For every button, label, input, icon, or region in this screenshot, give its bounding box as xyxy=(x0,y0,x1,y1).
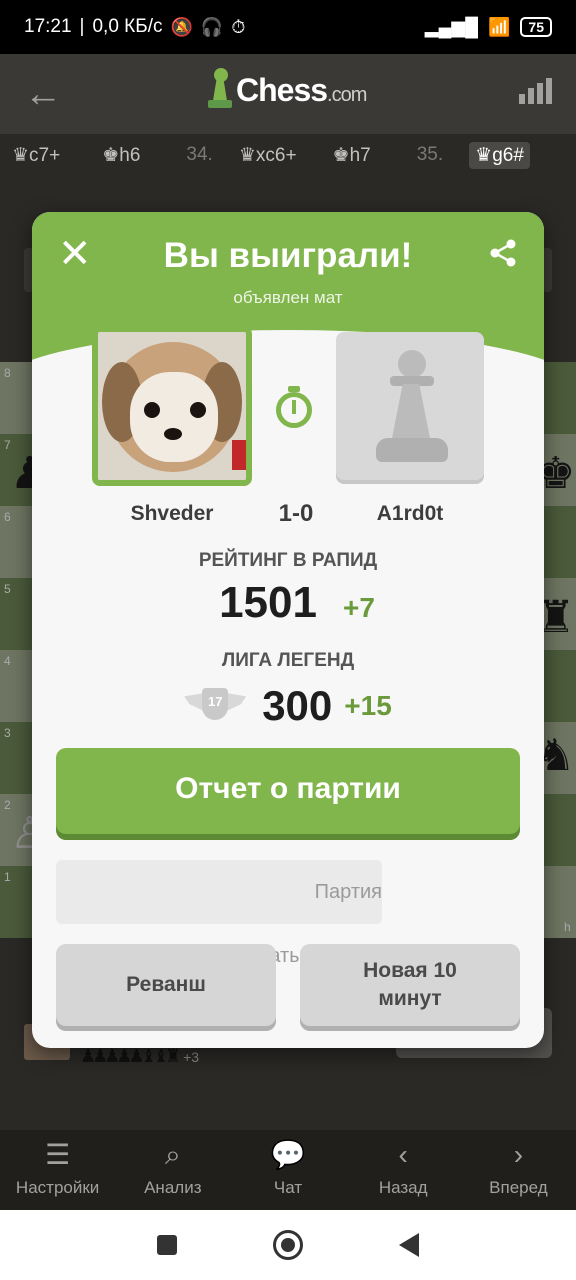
system-nav-bar xyxy=(0,1210,576,1280)
game-score: 1-0 xyxy=(278,500,314,527)
rank-label: 4 xyxy=(4,654,11,668)
toolbar-back[interactable]: ‹ Назад xyxy=(346,1130,461,1210)
move-number: 34. xyxy=(186,144,213,165)
rating-label: РЕЙТИНГ В РАПИД xyxy=(198,550,378,571)
captured-pieces: ♟♟♟♟♟♝♝♜ xyxy=(80,1046,181,1066)
game-over-modal: ✕ Вы выиграли! объявлен мат Shveder 1-0 … xyxy=(32,212,544,1048)
rematch-button[interactable]: Реванш xyxy=(56,944,276,1026)
chevron-right-icon: › xyxy=(513,1139,524,1170)
stats-icon[interactable] xyxy=(519,78,552,104)
alarm-icon: ⏱ xyxy=(231,16,246,37)
toolbar-analysis[interactable]: ⌕ Анализ xyxy=(115,1130,230,1210)
processing-status: Партия обрабатывается... xyxy=(56,860,382,967)
wifi-icon: 📶 xyxy=(488,16,511,37)
app-header: ← Chess.com xyxy=(0,54,576,134)
home-icon[interactable] xyxy=(273,1230,303,1260)
headset-icon: 🎧 xyxy=(200,16,224,37)
rank-label: 8 xyxy=(4,366,11,380)
new-game-button[interactable]: Новая 10 минут xyxy=(300,944,520,1026)
move-item[interactable]: ♚h6 xyxy=(96,142,146,169)
system-back-icon[interactable] xyxy=(399,1233,419,1257)
rank-label: 6 xyxy=(4,510,11,524)
move-item[interactable]: ♛xc6+ xyxy=(233,142,303,169)
battery-icon: 75 xyxy=(520,17,552,37)
move-item-current[interactable]: ♛g6# xyxy=(469,141,530,169)
league-points: 300 xyxy=(262,682,333,729)
move-item[interactable]: ♛c7+ xyxy=(6,142,66,169)
toolbar-forward[interactable]: › Вперед xyxy=(461,1130,576,1210)
move-item[interactable]: ♚h7 xyxy=(327,142,377,169)
rank-label: 5 xyxy=(4,582,11,596)
chat-bubble-icon: 💬 xyxy=(270,1139,306,1170)
rating-row: 1501 +7 xyxy=(32,578,544,628)
league-delta: +15 xyxy=(344,690,392,721)
league-row: 17 300 +15 xyxy=(32,682,544,730)
game-review-button[interactable]: Отчет о партии xyxy=(56,748,520,834)
status-time: 17:21 xyxy=(24,16,72,37)
winner-username[interactable]: Shveder xyxy=(92,502,252,526)
pawn-logo-icon xyxy=(208,68,232,112)
rank-label: 1 xyxy=(4,870,11,884)
result-subtitle: объявлен мат xyxy=(233,288,343,307)
winner-avatar[interactable] xyxy=(92,326,252,486)
rating-delta: +7 xyxy=(342,592,375,623)
material-advantage: +3 xyxy=(183,1048,200,1065)
back-arrow-icon[interactable]: ← xyxy=(24,73,64,116)
dog-photo xyxy=(98,332,246,480)
recents-icon[interactable] xyxy=(157,1235,177,1255)
move-number: 35. xyxy=(416,144,444,165)
loser-username[interactable]: A1rd0t xyxy=(336,502,484,526)
rating-value: 1501 xyxy=(219,578,317,627)
status-bar: 17:21 | 0,0 КБ/с 🔕 🎧 ⏱ ▂▄▆█ 📶 75 xyxy=(0,0,576,54)
bottom-toolbar: ☰ Настройки ⌕ Анализ 💬 Чат ‹ Назад › Впе… xyxy=(0,1130,576,1210)
logo-text: Chess.com xyxy=(236,71,367,108)
file-label: h xyxy=(564,920,571,934)
toolbar-settings[interactable]: ☰ Настройки xyxy=(0,1130,115,1210)
pawn-placeholder-icon xyxy=(376,350,448,465)
chesscom-logo: Chess.com xyxy=(208,68,367,112)
mute-icon: 🔕 xyxy=(170,16,193,37)
settings-list-icon: ☰ xyxy=(45,1139,71,1170)
move-list[interactable]: ♛c7+ ♚h6 34. ♛xc6+ ♚h7 35. ♛g6# xyxy=(0,134,576,176)
chevron-left-icon: ‹ xyxy=(398,1139,408,1170)
status-separator: | xyxy=(79,16,85,37)
result-title: Вы выиграли! xyxy=(163,236,413,275)
loser-avatar[interactable] xyxy=(336,332,484,480)
league-label: ЛИГА ЛЕГЕНД xyxy=(221,650,355,671)
analysis-magnifier-icon: ⌕ xyxy=(164,1139,181,1170)
toolbar-chat[interactable]: 💬 Чат xyxy=(230,1130,345,1210)
stopwatch-icon xyxy=(274,386,314,430)
rank-label: 3 xyxy=(4,726,11,740)
league-badge-icon: 17 xyxy=(184,686,247,726)
network-speed: 0,0 КБ/с xyxy=(92,16,163,37)
signal-icon: ▂▄▆█ xyxy=(424,16,478,37)
